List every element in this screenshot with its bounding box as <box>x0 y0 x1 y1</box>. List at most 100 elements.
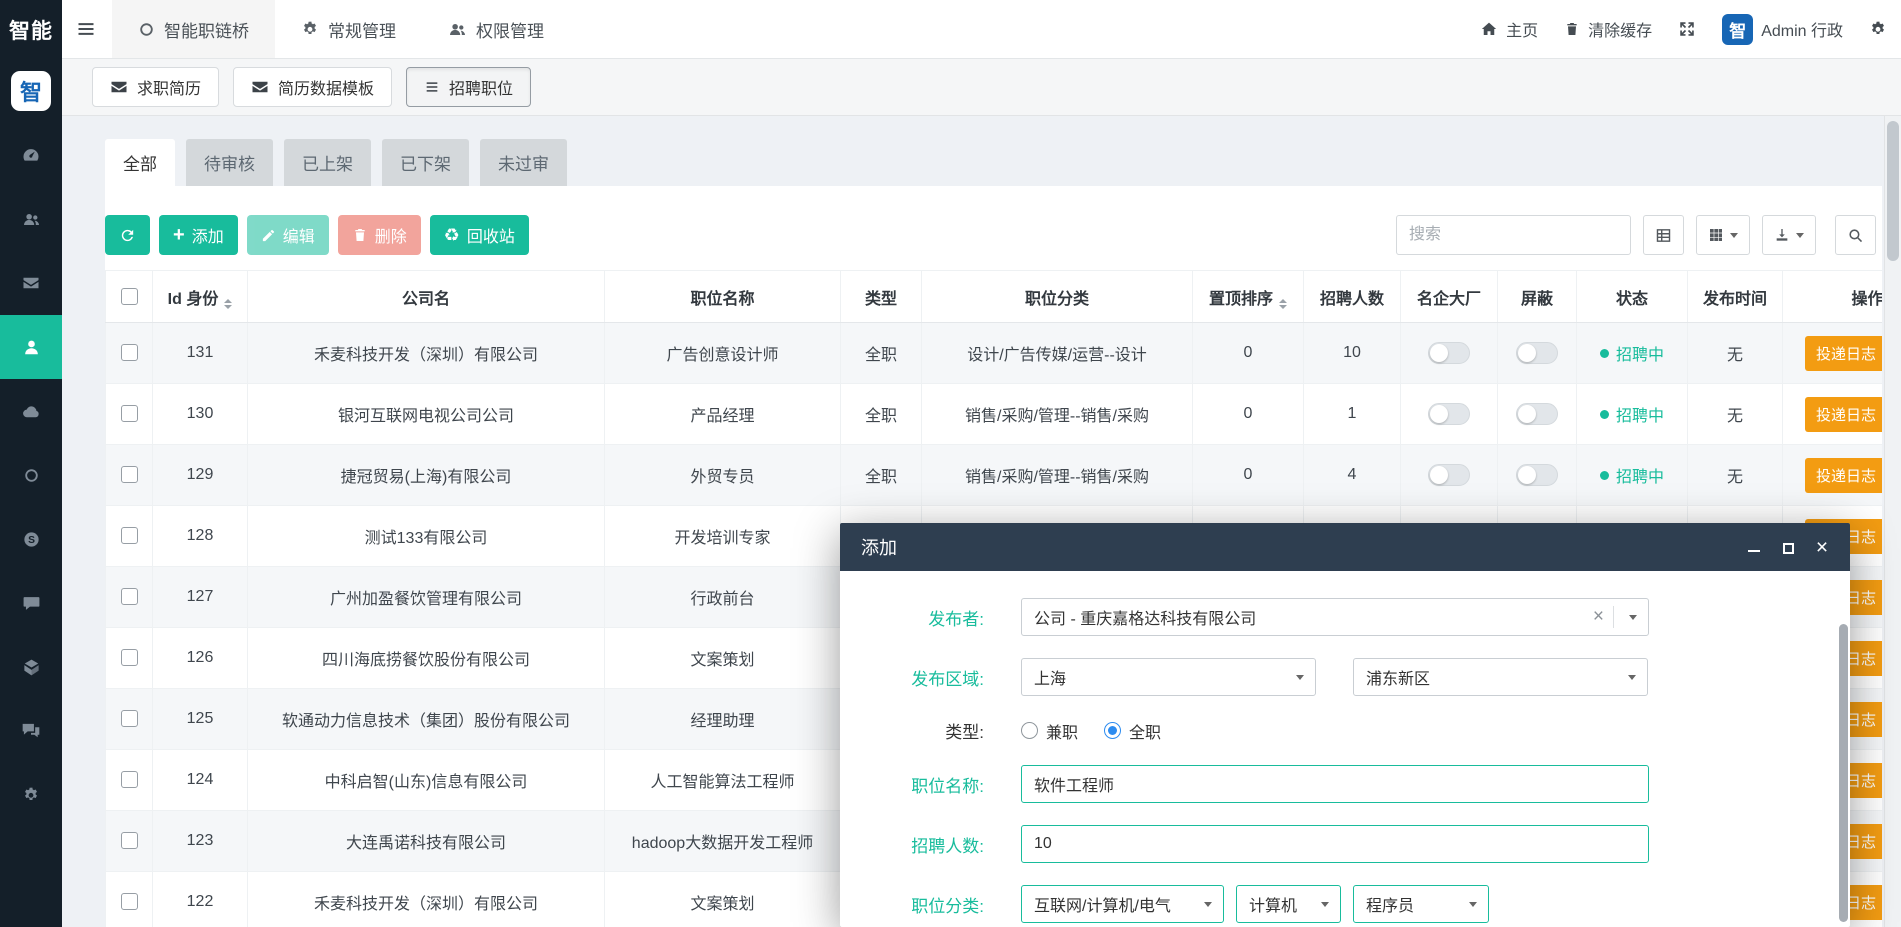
filter-tab[interactable]: 待审核 <box>186 139 273 186</box>
column-header[interactable]: Id 身份 <box>153 271 248 323</box>
column-header[interactable]: 名企大厂 <box>1401 271 1498 323</box>
table-row[interactable]: 130 银河互联网电视公司公司 产品经理 全职 销售/采购/管理--销售/采购 … <box>106 384 1883 445</box>
dialog-scrollbar[interactable] <box>1839 624 1848 922</box>
edit-button[interactable]: 编辑 <box>247 215 329 255</box>
sidebar-item-circle[interactable] <box>0 443 62 507</box>
scrollbar-thumb[interactable] <box>1887 121 1899 261</box>
publisher-select[interactable]: 公司 - 重庆嘉格达科技有限公司 × <box>1021 598 1649 636</box>
block-toggle[interactable] <box>1516 342 1558 364</box>
row-checkbox[interactable] <box>121 649 138 666</box>
sidebar-avatar[interactable]: 智 <box>0 59 62 123</box>
column-header[interactable]: 屏蔽 <box>1498 271 1577 323</box>
famous-company-toggle[interactable] <box>1428 403 1470 425</box>
delivery-log-button[interactable]: 投递日志 <box>1805 397 1882 432</box>
status-dot <box>1600 410 1609 419</box>
block-toggle[interactable] <box>1516 403 1558 425</box>
columns-dropdown[interactable] <box>1696 215 1750 255</box>
topbar-tab[interactable]: 智能职链桥 <box>112 0 275 58</box>
category-select[interactable]: 互联网/计算机/电气 <box>1021 885 1224 923</box>
app-logo: 智能 <box>0 0 62 59</box>
refresh-button[interactable] <box>105 215 150 255</box>
column-header[interactable]: 发布时间 <box>1688 271 1783 323</box>
city-select[interactable]: 上海 <box>1021 658 1316 696</box>
fullscreen-icon[interactable] <box>1678 20 1696 38</box>
row-checkbox[interactable] <box>121 832 138 849</box>
type-radio[interactable]: 全职 <box>1104 719 1161 743</box>
column-header[interactable]: 职位名称 <box>605 271 841 323</box>
toggle-view-button[interactable] <box>1643 215 1684 255</box>
column-header[interactable]: 类型 <box>841 271 922 323</box>
add-button[interactable]: +添加 <box>159 215 238 255</box>
maximize-icon[interactable] <box>1781 540 1795 554</box>
type-radio[interactable]: 兼职 <box>1021 719 1078 743</box>
clear-cache-link[interactable]: 清除缓存 <box>1564 17 1652 41</box>
topbar-tab[interactable]: 常规管理 <box>275 0 422 58</box>
filter-tab[interactable]: 已下架 <box>382 139 469 186</box>
filter-tab[interactable]: 全部 <box>105 139 175 186</box>
menu-toggle-icon[interactable] <box>62 19 112 39</box>
table-row[interactable]: 129 捷冠贸易(上海)有限公司 外贸专员 全职 销售/采购/管理--销售/采购… <box>106 445 1883 506</box>
row-checkbox[interactable] <box>121 771 138 788</box>
delivery-log-button[interactable]: 投递日志 <box>1805 336 1882 371</box>
row-checkbox[interactable] <box>121 893 138 910</box>
home-link[interactable]: 主页 <box>1480 17 1538 41</box>
recycle-bin-button[interactable]: ♻回收站 <box>430 215 529 255</box>
sidebar-item-cube[interactable] <box>0 635 62 699</box>
close-icon[interactable]: × <box>1815 540 1829 554</box>
column-header[interactable]: 招聘人数 <box>1304 271 1401 323</box>
search-button[interactable] <box>1835 215 1876 255</box>
page-scrollbar[interactable] <box>1884 116 1901 927</box>
export-dropdown[interactable] <box>1762 215 1816 255</box>
subnav-tab[interactable]: 求职简历 <box>92 67 219 107</box>
clear-icon[interactable]: × <box>1593 606 1604 628</box>
users-icon <box>448 20 467 39</box>
column-header[interactable]: 置顶排序 <box>1193 271 1304 323</box>
dialog-header[interactable]: 添加 × <box>840 523 1850 571</box>
subnav-tab[interactable]: 招聘职位 <box>406 67 531 107</box>
user-menu[interactable]: 智 Admin 行政 <box>1722 14 1843 45</box>
position-name-input[interactable] <box>1021 765 1649 803</box>
filter-tab[interactable]: 已上架 <box>284 139 371 186</box>
column-header[interactable]: 操作 <box>1783 271 1883 323</box>
famous-company-toggle[interactable] <box>1428 342 1470 364</box>
sidebar-item-skype[interactable]: S <box>0 507 62 571</box>
position-cell: 产品经理 <box>605 384 841 445</box>
sidebar-item-users[interactable] <box>0 187 62 251</box>
select-all-checkbox[interactable] <box>121 288 138 305</box>
caret-down-icon <box>1469 902 1477 907</box>
topbar-tab[interactable]: 权限管理 <box>422 0 570 58</box>
search-input[interactable] <box>1396 215 1631 255</box>
sort-icon[interactable] <box>224 299 232 309</box>
delivery-log-button[interactable]: 投递日志 <box>1805 458 1882 493</box>
sidebar-item-comment[interactable] <box>0 571 62 635</box>
category-select[interactable]: 程序员 <box>1353 885 1489 923</box>
famous-company-toggle[interactable] <box>1428 464 1470 486</box>
column-header[interactable]: 状态 <box>1577 271 1688 323</box>
filter-tab[interactable]: 未过审 <box>480 139 567 186</box>
sidebar-item-cogs[interactable] <box>0 763 62 827</box>
row-checkbox[interactable] <box>121 588 138 605</box>
delete-button[interactable]: 删除 <box>338 215 421 255</box>
row-checkbox[interactable] <box>121 405 138 422</box>
sidebar-item-user[interactable] <box>0 315 62 379</box>
recruit-count-input[interactable] <box>1021 825 1649 863</box>
status-dot <box>1600 349 1609 358</box>
column-header[interactable]: 公司名 <box>248 271 605 323</box>
row-checkbox[interactable] <box>121 344 138 361</box>
minimize-icon[interactable] <box>1747 540 1761 554</box>
settings-icon[interactable] <box>1869 20 1887 38</box>
sidebar-item-cloud[interactable] <box>0 379 62 443</box>
district-select[interactable]: 浦东新区 <box>1353 658 1648 696</box>
subnav-tab[interactable]: 简历数据模板 <box>233 67 392 107</box>
sidebar-item-dashboard[interactable] <box>0 123 62 187</box>
category-select[interactable]: 计算机 <box>1236 885 1341 923</box>
row-checkbox[interactable] <box>121 466 138 483</box>
block-toggle[interactable] <box>1516 464 1558 486</box>
sidebar-item-envelope[interactable] <box>0 251 62 315</box>
table-row[interactable]: 131 禾麦科技开发（深圳）有限公司 广告创意设计师 全职 设计/广告传媒/运营… <box>106 323 1883 384</box>
row-checkbox[interactable] <box>121 710 138 727</box>
column-header[interactable]: 职位分类 <box>922 271 1193 323</box>
sidebar-item-comments[interactable] <box>0 699 62 763</box>
row-checkbox[interactable] <box>121 527 138 544</box>
sort-icon[interactable] <box>1279 299 1287 309</box>
